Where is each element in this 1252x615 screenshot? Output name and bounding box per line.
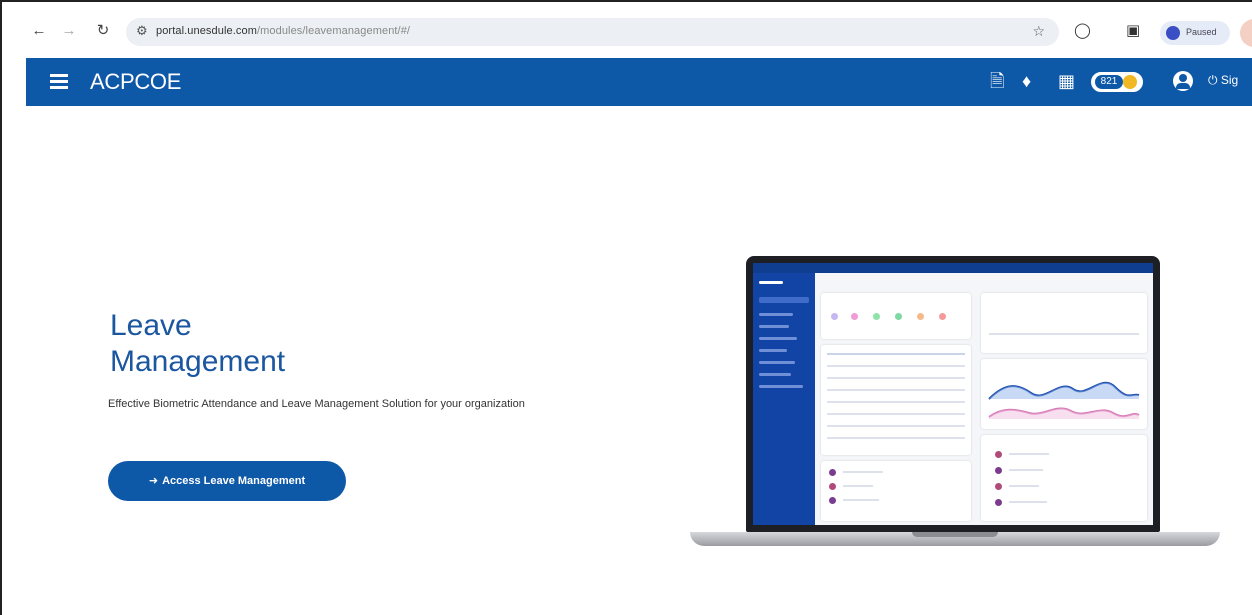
preview-topbar <box>753 263 1153 273</box>
access-leave-management-button[interactable]: ➜ Access Leave Management <box>108 461 346 501</box>
coins-badge[interactable]: 821 <box>1091 72 1143 92</box>
star-icon[interactable]: ☆ <box>1032 23 1045 40</box>
login-icon: ➜ <box>148 475 159 487</box>
app-header: ACPCOE 🗎 ♦ ▦ 821 ⏻ Sig <box>26 58 1252 106</box>
page-title-line1: Leave <box>110 309 192 342</box>
arrow-left-icon[interactable]: ← <box>30 22 48 40</box>
url-path: /modules/leavemanagement/#/ <box>256 25 411 37</box>
browser-window: ← → ↻ ⚙ portal.unesdule.com/modules/leav… <box>0 0 1252 615</box>
preview-list-right <box>981 435 1147 521</box>
power-icon: ⏻ <box>1208 73 1218 87</box>
preview-stats <box>981 293 1147 353</box>
page-title: Leave Management <box>110 308 285 380</box>
document-icon[interactable]: 🗎 <box>990 71 1004 91</box>
page-title-line2: Management <box>110 345 286 378</box>
address-url: portal.unesdule.com/modules/leavemanagem… <box>156 25 410 37</box>
arrow-right-icon[interactable]: → <box>60 22 78 40</box>
bell-icon[interactable]: ♦ <box>1022 71 1031 91</box>
reload-icon[interactable]: ↻ <box>94 22 112 40</box>
preview-table <box>821 345 971 455</box>
laptop-lid <box>746 256 1160 532</box>
laptop-illustration <box>690 254 1220 554</box>
side-panel-icon[interactable]: ▣ <box>1126 22 1140 40</box>
tune-icon[interactable]: ⚙ <box>136 23 148 39</box>
page-subtitle: Effective Biometric Attendance and Leave… <box>108 398 525 410</box>
coins-count: 821 <box>1095 75 1123 89</box>
account-circle-icon[interactable] <box>1173 71 1193 91</box>
signout-label: Sig <box>1220 73 1239 87</box>
preview-wave-chart <box>988 381 1140 419</box>
laptop-notch <box>912 532 998 537</box>
grid-icon[interactable]: ▦ <box>1058 71 1075 91</box>
preview-list <box>821 461 971 521</box>
preview-card <box>821 293 971 339</box>
brand-name[interactable]: ACPCOE <box>90 69 181 95</box>
signout-button[interactable]: ⏻ Sig <box>1208 73 1238 88</box>
coin-icon <box>1123 75 1137 89</box>
dashboard-preview <box>753 263 1153 525</box>
preview-chart <box>981 359 1147 429</box>
profile-button[interactable]: Paused <box>1160 21 1230 45</box>
profile-label: Paused <box>1186 27 1217 37</box>
hamburger-menu-icon[interactable] <box>50 72 68 90</box>
cta-label: Access Leave Management <box>162 475 306 487</box>
preview-sidebar <box>753 273 815 525</box>
preview-main <box>821 277 1147 521</box>
avatar[interactable] <box>1240 19 1252 47</box>
browser-toolbar: ← → ↻ ⚙ portal.unesdule.com/modules/leav… <box>2 2 1252 64</box>
puzzle-icon[interactable]: ◯ <box>1074 22 1091 40</box>
address-bar[interactable]: ⚙ portal.unesdule.com/modules/leavemanag… <box>126 18 1059 46</box>
url-domain: portal.unesdule.com <box>156 25 257 37</box>
profile-avatar <box>1166 26 1180 40</box>
